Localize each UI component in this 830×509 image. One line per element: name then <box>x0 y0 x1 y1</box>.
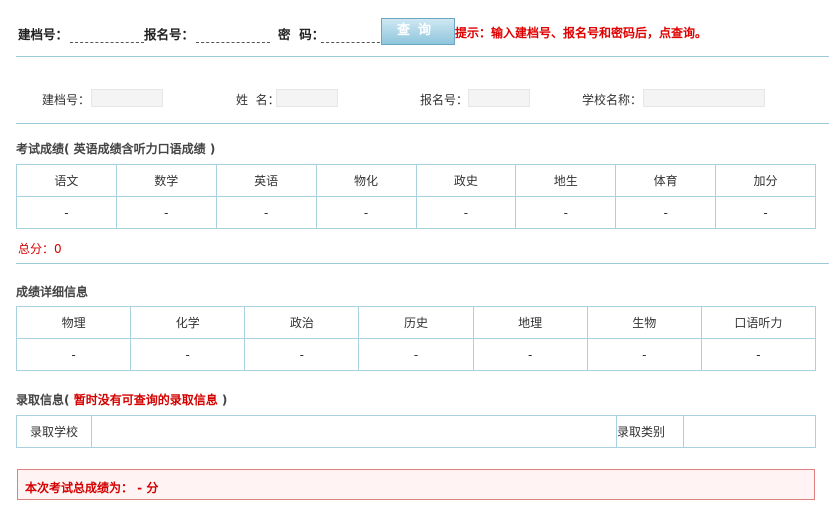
scores-note: ( 英语成绩含听力口语成绩 ) <box>64 142 216 156</box>
info-register-value <box>468 89 530 107</box>
table-header-cell: 体育 <box>615 164 717 197</box>
table-cell: - <box>615 196 717 229</box>
final-score-text: 本次考试总成绩为： - 分 <box>25 481 159 495</box>
query-button[interactable]: 查询 <box>381 18 455 45</box>
admission-school-label: 录取学校 <box>16 415 92 448</box>
password-input[interactable] <box>321 20 385 43</box>
table-header-cell: 历史 <box>358 306 474 339</box>
register-number-label: 报名号： <box>144 27 195 42</box>
table-cell: - <box>215 196 317 229</box>
table-header-cell: 化学 <box>130 306 246 339</box>
info-register-label: 报名号： <box>420 93 469 107</box>
table-header-cell: 英语 <box>215 164 317 197</box>
details-section-title: 成绩详细信息 <box>16 285 89 299</box>
scores-section-title: 考试成绩( 英语成绩含听力口语成绩 ) <box>16 140 215 157</box>
details-header-row: 物理 化学 政治 历史 地理 生物 口语听力 <box>15 306 817 339</box>
table-header-cell: 物理 <box>15 306 132 339</box>
admission-paren-close: ) <box>217 393 228 407</box>
table-cell: - <box>115 196 217 229</box>
info-school-label: 学校名称： <box>582 93 643 107</box>
admission-table: 录取学校 录取类别 <box>16 415 816 448</box>
table-header-cell: 口语听力 <box>700 306 817 339</box>
table-cell: - <box>130 338 246 371</box>
table-cell: - <box>16 196 117 229</box>
table-header-cell: 物化 <box>315 164 417 197</box>
table-header-cell: 政治 <box>244 306 360 339</box>
scores-header-row: 语文 数学 英语 物化 政史 地生 体育 加分 <box>16 164 816 197</box>
divider-info <box>16 123 829 124</box>
admission-notice: 暂时没有可查询的录取信息 <box>73 393 218 407</box>
archive-number-input[interactable] <box>70 20 144 43</box>
query-hint: 提示：输入建档号、报名号和密码后，点查询。 <box>455 26 708 40</box>
final-score-box: 本次考试总成绩为： - 分 <box>17 469 815 500</box>
admission-category-value <box>683 415 816 448</box>
table-cell: - <box>315 196 417 229</box>
table-header-cell: 加分 <box>715 164 816 197</box>
scores-table: 语文 数学 英语 物化 政史 地生 体育 加分 - - - - - - - - <box>16 164 816 229</box>
table-cell: - <box>415 196 517 229</box>
details-value-row: - - - - - - - <box>15 338 817 371</box>
divider-top <box>16 56 829 57</box>
admission-category-label: 录取类别 <box>616 415 684 448</box>
table-cell: - <box>715 196 816 229</box>
details-table: 物理 化学 政治 历史 地理 生物 口语听力 - - - - - - - <box>15 306 817 371</box>
divider-scores <box>16 263 829 264</box>
archive-number-label: 建档号： <box>18 27 69 42</box>
info-archive-label: 建档号： <box>42 93 91 107</box>
password-label: 密 码： <box>278 27 325 42</box>
admission-school-value <box>91 415 617 448</box>
admission-row: 录取学校 录取类别 <box>16 415 816 448</box>
scores-value-row: - - - - - - - - <box>16 196 816 229</box>
table-header-cell: 生物 <box>586 306 702 339</box>
admission-paren-open: ( <box>64 393 74 407</box>
table-cell: - <box>700 338 817 371</box>
table-cell: - <box>244 338 360 371</box>
admission-title: 录取信息 <box>16 393 65 407</box>
admission-section-title: 录取信息( 暂时没有可查询的录取信息 ) <box>16 391 227 408</box>
info-school-value <box>643 89 765 107</box>
table-header-cell: 语文 <box>16 164 117 197</box>
table-header-cell: 数学 <box>115 164 217 197</box>
info-archive-value <box>91 89 163 107</box>
table-cell: - <box>358 338 474 371</box>
table-cell: - <box>515 196 617 229</box>
total-score: 总分：0 <box>18 242 62 256</box>
table-header-cell: 地理 <box>472 306 588 339</box>
scores-title: 考试成绩 <box>16 142 65 156</box>
table-cell: - <box>586 338 702 371</box>
search-bar: 建档号： 报名号： 密 码： 查询 提示：输入建档号、报名号和密码后，点查询。 <box>0 18 830 48</box>
info-name-value <box>276 89 338 107</box>
table-header-cell: 地生 <box>515 164 617 197</box>
table-header-cell: 政史 <box>415 164 517 197</box>
register-number-input[interactable] <box>196 20 270 43</box>
table-cell: - <box>472 338 588 371</box>
info-name-label: 姓 名： <box>236 93 280 107</box>
table-cell: - <box>15 338 132 371</box>
